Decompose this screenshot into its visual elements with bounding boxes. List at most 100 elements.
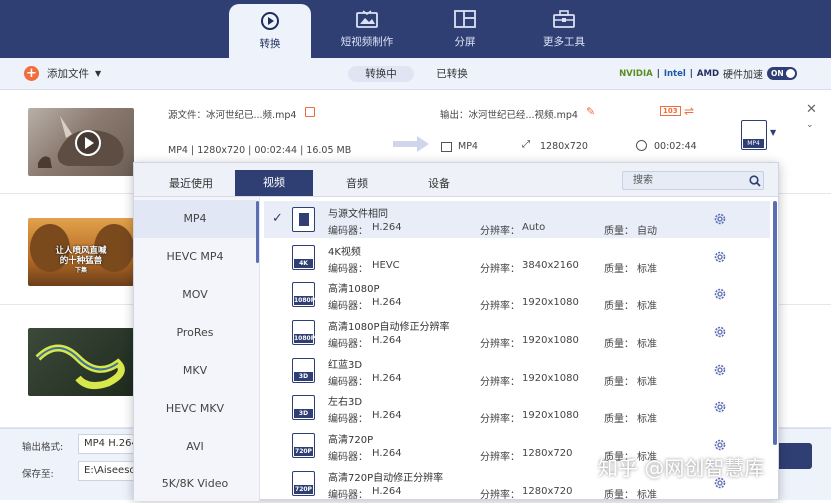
convert-icon	[259, 11, 281, 30]
resize-icon: ⤢	[522, 139, 530, 150]
preset-row[interactable]: ✓ 与源文件相同 编码器： H.264 分辨率： Auto 质量： 自动	[264, 201, 770, 238]
top-navigation: 转换 短视频制作 分屏 更多工具	[0, 0, 831, 58]
preset-format-icon: 3D	[292, 395, 315, 420]
snake-image	[35, 344, 125, 390]
resolution-value: 1280x720	[522, 448, 573, 459]
output-format-dropdown[interactable]: MP4 H.264	[78, 434, 138, 454]
resolution-label: 分辨率：	[480, 377, 520, 388]
encoder-label: 编码器：	[328, 377, 368, 388]
resolution-label: 分辨率：	[480, 414, 520, 425]
output-format: MP4	[458, 141, 478, 152]
subtitle-badge[interactable]: 103	[660, 106, 681, 116]
gear-icon[interactable]	[713, 400, 727, 414]
format-list-scrollbar[interactable]	[256, 201, 259, 263]
save-to-label: 保存至:	[22, 469, 54, 480]
video-thumbnail[interactable]: 让人喷风直喊 的十种猛兽 下集	[28, 218, 134, 286]
format-item-hevc-mkv[interactable]: HEVC MKV	[134, 390, 256, 428]
separator: |	[689, 68, 693, 79]
encoder-value: H.264	[372, 335, 402, 346]
hw-accel-toggle[interactable]: ON	[767, 67, 797, 80]
gear-icon[interactable]	[713, 212, 727, 226]
tab-convert[interactable]: 转换	[229, 4, 311, 58]
tab-mv[interactable]: 短视频制作	[326, 0, 408, 58]
preset-name: 高清720P自动修正分辨率	[328, 473, 444, 484]
output-format-selector[interactable]: MP4	[741, 120, 767, 150]
gear-icon[interactable]	[713, 250, 727, 264]
tab-recent[interactable]: 最近使用	[146, 171, 236, 197]
play-icon	[85, 137, 94, 149]
format-item-prores[interactable]: ProRes	[134, 314, 256, 352]
format-item-avi[interactable]: AVI	[134, 428, 256, 466]
format-item-hevc-mp4[interactable]: HEVC MP4	[134, 238, 256, 276]
quality-label: 质量：	[604, 377, 634, 388]
preset-tag: 3D	[294, 372, 313, 381]
resolution-value: 1920x1080	[522, 373, 579, 384]
quality-value: 标准	[637, 264, 657, 275]
preset-name: 高清1080P自动修正分辨率	[328, 322, 450, 333]
caption-line: 的十种猛兽	[59, 256, 103, 266]
format-item-mp4[interactable]: MP4	[134, 200, 256, 238]
preset-name: 左右3D	[328, 397, 363, 408]
resolution-label: 分辨率：	[480, 452, 520, 463]
tab-video[interactable]: 视频	[235, 170, 313, 196]
preset-row[interactable]: 1080P 高清1080P 编码器： H.264 分辨率： 1920x1080 质量： 标准	[264, 276, 770, 313]
encoder-label: 编码器：	[328, 264, 368, 275]
nvidia-label: NVIDIA	[619, 68, 653, 79]
preset-row[interactable]: 3D 左右3D 编码器： H.264 分辨率： 1920x1080 质量： 标准	[264, 389, 770, 426]
video-thumbnail[interactable]	[28, 108, 134, 176]
tab-converting[interactable]: 转换中	[348, 66, 414, 82]
file-info-icon[interactable]	[305, 107, 315, 117]
format-item-mkv[interactable]: MKV	[134, 352, 256, 390]
tab-device[interactable]: 设备	[406, 171, 472, 197]
output-format-label: 输出格式:	[22, 442, 64, 453]
preset-format-icon: 4K	[292, 245, 315, 270]
save-path-input[interactable]: E:\Aiseesoft	[78, 461, 138, 481]
tab-converted[interactable]: 已转换	[420, 66, 484, 82]
watermark: 知乎 @网创智慧库	[598, 456, 765, 480]
encoder-label: 编码器：	[328, 452, 368, 463]
preset-row[interactable]: 4K 4K视频 编码器： HEVC 分辨率： 3840x2160 质量： 标准	[264, 239, 770, 276]
preset-tag: 1080P	[294, 334, 316, 343]
close-icon[interactable]: ✕	[806, 102, 817, 117]
add-file-label: 添加文件	[47, 68, 89, 80]
format-item-mov[interactable]: MOV	[134, 276, 256, 314]
plus-icon: +	[24, 66, 39, 81]
encoder-value: H.264	[372, 410, 402, 421]
search-input[interactable]: 搜索	[622, 171, 764, 190]
chevron-down-icon[interactable]: ▼	[770, 128, 776, 137]
output-duration: 00:02:44	[654, 141, 697, 152]
chevron-down-icon[interactable]: ⌄	[806, 120, 814, 130]
search-icon[interactable]	[749, 175, 761, 187]
format-dropdown-panel: 最近使用 视频 音频 设备 搜索 MP4 HEVC MP4 MOV ProRes…	[133, 162, 779, 503]
quality-label: 质量：	[604, 414, 634, 425]
gear-icon[interactable]	[713, 325, 727, 339]
tab-audio[interactable]: 音频	[324, 171, 390, 197]
resolution-label: 分辨率：	[480, 339, 520, 350]
preset-name: 与源文件相同	[328, 209, 388, 220]
preset-tag: 3D	[294, 409, 313, 418]
resolution-value: 1920x1080	[522, 297, 579, 308]
preset-row[interactable]: 3D 红蓝3D 编码器： H.264 分辨率： 1920x1080 质量： 标准	[264, 352, 770, 389]
tab-label: 短视频制作	[340, 35, 394, 48]
tab-collage[interactable]: 分屏	[424, 0, 506, 58]
preset-row[interactable]: 1080P 高清1080P自动修正分辨率 编码器： H.264 分辨率： 1920x108…	[264, 314, 770, 351]
play-button[interactable]	[75, 130, 101, 156]
resolution-value: Auto	[522, 222, 546, 233]
preset-format-icon: 1080P	[292, 320, 315, 345]
encoder-label: 编码器：	[328, 339, 368, 350]
video-thumbnail[interactable]	[28, 328, 134, 396]
thumbnail-caption: 让人喷风直喊 的十种猛兽 下集	[28, 246, 134, 276]
add-file-button[interactable]: + 添加文件 ▼	[24, 66, 101, 81]
film-icon	[441, 142, 452, 152]
edit-icon[interactable]: ✎	[586, 105, 595, 118]
gear-icon[interactable]	[713, 363, 727, 377]
preset-list-scrollbar[interactable]	[773, 201, 777, 445]
format-item-5k8k[interactable]: 5K/8K Video	[134, 465, 256, 503]
quality-value: 标准	[637, 414, 657, 425]
audio-track-icon[interactable]: ⇌	[684, 104, 694, 118]
gear-icon[interactable]	[713, 438, 727, 452]
tab-toolbox[interactable]: 更多工具	[523, 0, 605, 58]
encoder-value: H.264	[372, 222, 402, 233]
gear-icon[interactable]	[713, 287, 727, 301]
quality-value: 标准	[637, 490, 657, 501]
